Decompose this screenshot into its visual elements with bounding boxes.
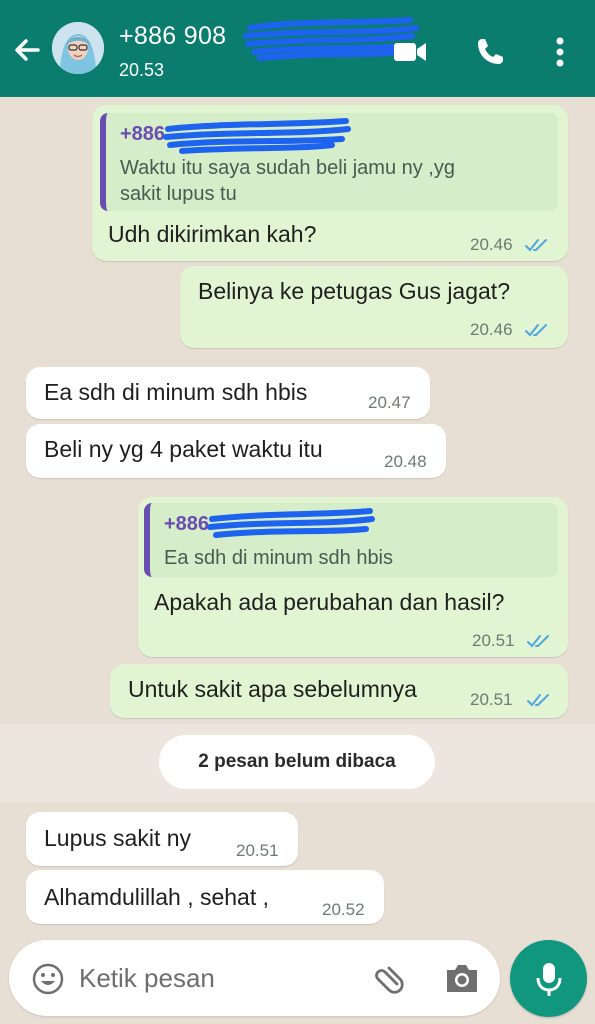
more-vert-icon[interactable] bbox=[540, 32, 580, 72]
unread-divider: 2 pesan belum dibaca bbox=[0, 724, 595, 802]
attach-icon[interactable] bbox=[371, 960, 407, 996]
message-time: 20.52 bbox=[322, 900, 365, 919]
message-time: 20.51 bbox=[236, 841, 279, 860]
message-bubble-incoming[interactable]: Ea sdh di minum sdh hbis 20.47 bbox=[26, 367, 430, 419]
quoted-message[interactable]: +886 Waktu itu saya sudah beli jamu ny ,… bbox=[100, 113, 558, 211]
chat-area[interactable]: +886 Waktu itu saya sudah beli jamu ny ,… bbox=[0, 97, 595, 937]
message-composer bbox=[9, 940, 500, 1016]
video-call-icon[interactable] bbox=[390, 32, 430, 72]
redaction-scribble bbox=[163, 118, 351, 154]
message-bubble-outgoing[interactable]: Untuk sakit apa sebelumnya 20.51 bbox=[110, 664, 568, 718]
read-receipt-icon bbox=[527, 635, 549, 648]
message-text: Udh dikirimkan kah? bbox=[108, 221, 317, 247]
message-text: Untuk sakit apa sebelumnya bbox=[128, 676, 417, 702]
phone-call-icon[interactable] bbox=[470, 32, 510, 72]
message-time: 20.51 bbox=[472, 631, 515, 650]
last-seen-time: 20.53 bbox=[119, 60, 165, 80]
back-arrow-icon[interactable] bbox=[8, 30, 48, 70]
contact-name[interactable]: +886 908 bbox=[119, 22, 226, 51]
message-time: 20.46 bbox=[470, 320, 513, 339]
message-text: Belinya ke petugas Gus jagat? bbox=[198, 278, 510, 304]
quoted-text-line: Waktu itu saya sudah beli jamu ny ,yg bbox=[120, 157, 455, 179]
quoted-sender: +886 bbox=[164, 513, 210, 535]
message-text: Beli ny yg 4 paket waktu itu bbox=[44, 436, 323, 462]
quoted-text-line: Ea sdh di minum sdh hbis bbox=[164, 547, 394, 569]
mic-icon bbox=[536, 963, 562, 996]
message-text: Apakah ada perubahan dan hasil? bbox=[154, 589, 505, 615]
quoted-message[interactable]: +886 Ea sdh di minum sdh hbis bbox=[144, 503, 558, 577]
message-time: 20.48 bbox=[384, 452, 427, 471]
unread-count-label: 2 pesan belum dibaca bbox=[159, 735, 435, 789]
message-text: Alhamdulillah , sehat , bbox=[44, 884, 270, 910]
quoted-text-line: sakit lupus tu bbox=[120, 183, 237, 205]
message-bubble-outgoing[interactable]: +886 Ea sdh di minum sdh hbis Apakah ada… bbox=[138, 497, 568, 657]
message-bubble-incoming[interactable]: Alhamdulillah , sehat , 20.52 bbox=[26, 870, 384, 924]
message-bubble-outgoing[interactable]: Belinya ke petugas Gus jagat? 20.46 bbox=[180, 266, 568, 348]
avatar[interactable] bbox=[52, 22, 104, 74]
read-receipt-icon bbox=[525, 239, 547, 252]
redaction-scribble bbox=[207, 508, 375, 538]
quoted-sender: +886 bbox=[120, 123, 166, 145]
message-text: Lupus sakit ny bbox=[44, 825, 192, 851]
message-time: 20.47 bbox=[368, 393, 411, 412]
voice-record-button[interactable] bbox=[510, 940, 587, 1017]
message-time: 20.46 bbox=[470, 235, 513, 254]
message-bubble-incoming[interactable]: Lupus sakit ny 20.51 bbox=[26, 812, 298, 866]
read-receipt-icon bbox=[525, 324, 547, 337]
message-bubble-outgoing[interactable]: +886 Waktu itu saya sudah beli jamu ny ,… bbox=[92, 105, 568, 261]
camera-icon[interactable] bbox=[443, 960, 481, 996]
message-input[interactable] bbox=[79, 960, 359, 996]
emoji-icon[interactable] bbox=[31, 962, 65, 996]
chat-header: +886 908 20.53 bbox=[0, 0, 595, 97]
message-bubble-incoming[interactable]: Beli ny yg 4 paket waktu itu 20.48 bbox=[26, 424, 446, 478]
read-receipt-icon bbox=[527, 694, 549, 707]
message-time: 20.51 bbox=[470, 690, 513, 709]
message-text: Ea sdh di minum sdh hbis bbox=[44, 379, 308, 405]
